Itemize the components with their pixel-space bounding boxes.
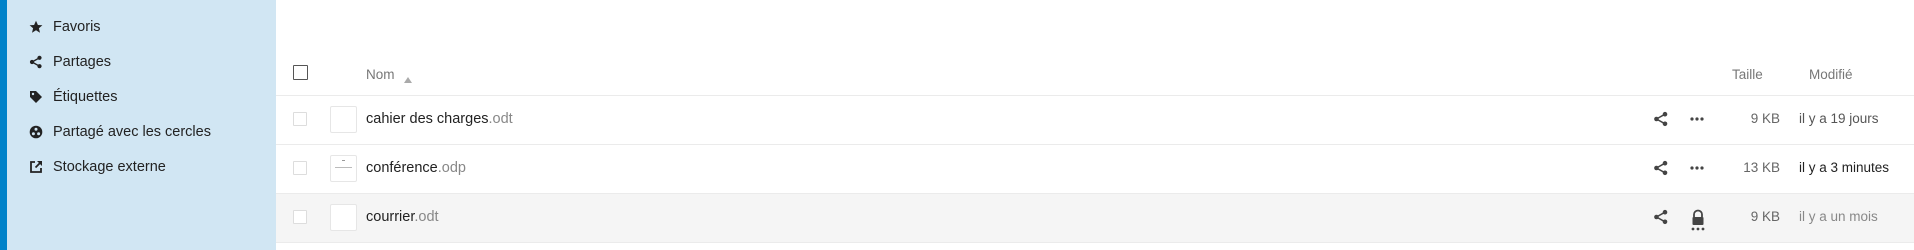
sort-ascending-icon[interactable]	[404, 70, 412, 88]
share-icon	[26, 52, 46, 72]
sidebar-item-label: Partagé avec les cercles	[53, 123, 211, 140]
sidebar-item-label: Favoris	[53, 18, 101, 35]
app-accent-bar	[0, 0, 7, 250]
more-actions-icon[interactable]	[1689, 160, 1709, 178]
select-all-checkbox[interactable]	[293, 65, 308, 80]
external-link-icon	[26, 157, 46, 177]
file-basename: courrier	[366, 209, 415, 225]
table-row[interactable]: conférence.odp 13 KB il y a 3 minutes	[276, 145, 1914, 194]
sidebar-item-label: Partages	[53, 53, 112, 70]
file-modified: il y a 3 minutes	[1799, 160, 1890, 175]
presentation-preview-icon	[335, 160, 352, 168]
file-basename: cahier des charges	[366, 111, 489, 127]
file-name[interactable]: cahier des charges.odt	[366, 111, 513, 127]
sidebar-item-label: Stockage externe	[53, 158, 166, 175]
file-thumbnail[interactable]	[330, 155, 357, 182]
file-extension: .odp	[437, 160, 466, 176]
circles-icon	[26, 122, 46, 142]
table-row[interactable]: courrier.odt 9 KB il y a un mois	[276, 194, 1914, 243]
file-modified: il y a un mois	[1799, 209, 1878, 224]
file-size: 9 KB	[1750, 111, 1780, 126]
share-icon[interactable]	[1653, 160, 1671, 178]
file-basename: conférence	[366, 160, 438, 176]
file-list: Nom Taille Modifié cahier des charges.od…	[276, 0, 1914, 250]
column-modified-header[interactable]: Modifié	[1809, 67, 1853, 82]
tag-icon	[26, 87, 46, 107]
file-thumbnail[interactable]	[330, 106, 357, 133]
locked-actions-icon[interactable]	[1689, 209, 1709, 231]
column-size-header[interactable]: Taille	[1732, 67, 1763, 82]
table-row[interactable]: cahier des charges.odt 9 KB il y a 19 jo…	[276, 96, 1914, 145]
files-sidebar: Favoris Partages Étiquettes Partagé avec…	[7, 0, 276, 250]
sidebar-item-label: Étiquettes	[53, 88, 118, 105]
more-actions-icon[interactable]	[1689, 111, 1709, 129]
row-select-checkbox[interactable]	[293, 112, 307, 126]
share-icon[interactable]	[1653, 111, 1671, 129]
file-list-header: Nom Taille Modifié	[276, 53, 1914, 96]
file-thumbnail[interactable]	[330, 204, 357, 231]
file-extension: .odt	[414, 209, 439, 225]
share-icon[interactable]	[1653, 209, 1671, 227]
column-name-header[interactable]: Nom	[366, 67, 395, 82]
file-modified: il y a 19 jours	[1799, 111, 1879, 126]
star-icon	[26, 17, 46, 37]
row-select-checkbox[interactable]	[293, 161, 307, 175]
row-select-checkbox[interactable]	[293, 210, 307, 224]
file-name[interactable]: conférence.odp	[366, 160, 466, 176]
file-extension: .odt	[488, 111, 513, 127]
file-name[interactable]: courrier.odt	[366, 209, 439, 225]
file-size: 13 KB	[1743, 160, 1780, 175]
file-size: 9 KB	[1750, 209, 1780, 224]
sidebar-item-external-storage[interactable]: Stockage externe	[7, 145, 276, 188]
